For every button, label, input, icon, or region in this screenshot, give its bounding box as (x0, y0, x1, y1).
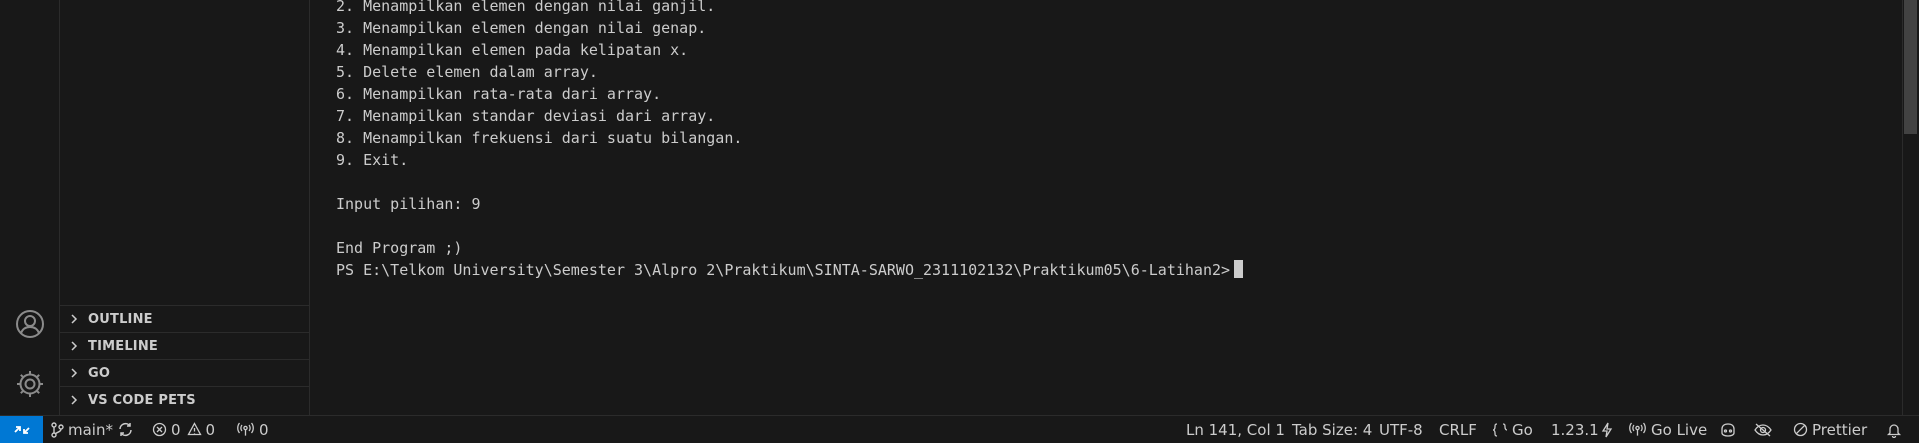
terminal-scrollbar[interactable] (1902, 0, 1919, 415)
terminal-line: End Program ;) (336, 239, 463, 257)
section-label: TIMELINE (88, 338, 159, 354)
terminal-line: 7. Menampilkan standar deviasi dari arra… (336, 107, 716, 125)
copilot-icon (1721, 422, 1735, 437)
go-live-button[interactable]: Go Live (1629, 416, 1707, 443)
language-label: Go (1512, 420, 1533, 439)
terminal-line: 5. Delete elemen dalam array. (336, 63, 598, 81)
copilot-button[interactable] (1719, 416, 1737, 443)
branch-name: main* (68, 420, 113, 439)
ports-count: 0 (259, 420, 269, 439)
section-go[interactable]: GO (60, 359, 309, 386)
scrollbar-thumb[interactable] (1904, 0, 1917, 134)
remote-button[interactable] (0, 416, 43, 443)
sync-icon (119, 422, 132, 437)
go-version[interactable]: 1.23.1 (1551, 416, 1613, 443)
git-branch-icon (51, 421, 64, 438)
terminal-line: 8. Menampilkan frekuensi dari suatu bila… (336, 129, 743, 147)
broadcast-icon (237, 422, 254, 436)
terminal-line: Input pilihan: 9 (336, 195, 481, 213)
terminal-line: 9. Exit. (336, 151, 409, 169)
branch-item[interactable]: main* (50, 416, 113, 443)
terminal-line: 3. Menampilkan elemen dengan nilai genap… (336, 19, 707, 37)
section-label: OUTLINE (88, 311, 153, 327)
remote-icon (13, 425, 30, 434)
terminal-prompt: PS E:\Telkom University\Semester 3\Alpro… (336, 261, 1231, 279)
status-bar: main* 0 0 0 Ln 141, Col 1 Tab Size: 4 UT… (0, 415, 1919, 443)
terminal-line: 6. Menampilkan rata-rata dari array. (336, 85, 662, 103)
braces-icon (1492, 422, 1508, 437)
section-outline[interactable]: OUTLINE (60, 305, 309, 332)
section-vs-code-pets[interactable]: VS CODE PETS (60, 386, 309, 413)
terminal-prompt-line[interactable]: PS E:\Telkom University\Semester 3\Alpro… (336, 259, 1244, 281)
prohibited-icon (1793, 422, 1808, 437)
sync-button[interactable] (117, 416, 134, 443)
terminal-cursor (1234, 260, 1244, 278)
encoding[interactable]: UTF-8 (1379, 416, 1423, 443)
gear-icon[interactable] (12, 366, 48, 402)
terminal-line: 4. Menampilkan elemen pada kelipatan x. (336, 41, 689, 59)
no-copilot-button[interactable] (1754, 416, 1772, 443)
error-icon (152, 422, 167, 437)
activity-bar (0, 0, 60, 415)
terminal-output: 2. Menampilkan elemen dengan nilai ganji… (336, 0, 1244, 281)
ports-item[interactable]: 0 (237, 416, 269, 443)
warning-count: 0 (205, 420, 216, 439)
chevron-right-icon (66, 365, 82, 381)
warning-icon (186, 422, 202, 436)
go-live-label: Go Live (1651, 420, 1708, 439)
end-of-line[interactable]: CRLF (1439, 416, 1477, 443)
section-label: VS CODE PETS (88, 392, 196, 408)
go-version-label: 1.23.1 (1551, 420, 1599, 439)
zap-icon (1601, 422, 1612, 437)
chevron-right-icon (66, 392, 82, 408)
terminal-line: 2. Menampilkan elemen dengan nilai ganji… (336, 0, 716, 15)
error-count: 0 (171, 420, 181, 439)
section-timeline[interactable]: TIMELINE (60, 332, 309, 359)
chevron-right-icon (66, 338, 82, 354)
section-label: GO (88, 365, 111, 381)
broadcast-icon (1629, 422, 1646, 436)
bell-icon (1886, 423, 1902, 438)
chevron-right-icon (66, 311, 82, 327)
eye-closed-icon (1754, 423, 1772, 436)
tab-size[interactable]: Tab Size: 4 (1292, 416, 1372, 443)
language-mode[interactable]: Go (1492, 416, 1533, 443)
terminal-panel[interactable]: 2. Menampilkan elemen dengan nilai ganji… (311, 0, 1902, 415)
notifications-button[interactable] (1886, 416, 1902, 443)
accounts-icon[interactable] (12, 306, 48, 342)
prettier-label: Prettier (1812, 420, 1868, 439)
prettier-button[interactable]: Prettier (1793, 416, 1867, 443)
cursor-position[interactable]: Ln 141, Col 1 (1186, 416, 1285, 443)
problems-item[interactable]: 0 0 (152, 416, 215, 443)
sidebar: OUTLINE TIMELINE GO VS CODE PETS (60, 0, 310, 415)
